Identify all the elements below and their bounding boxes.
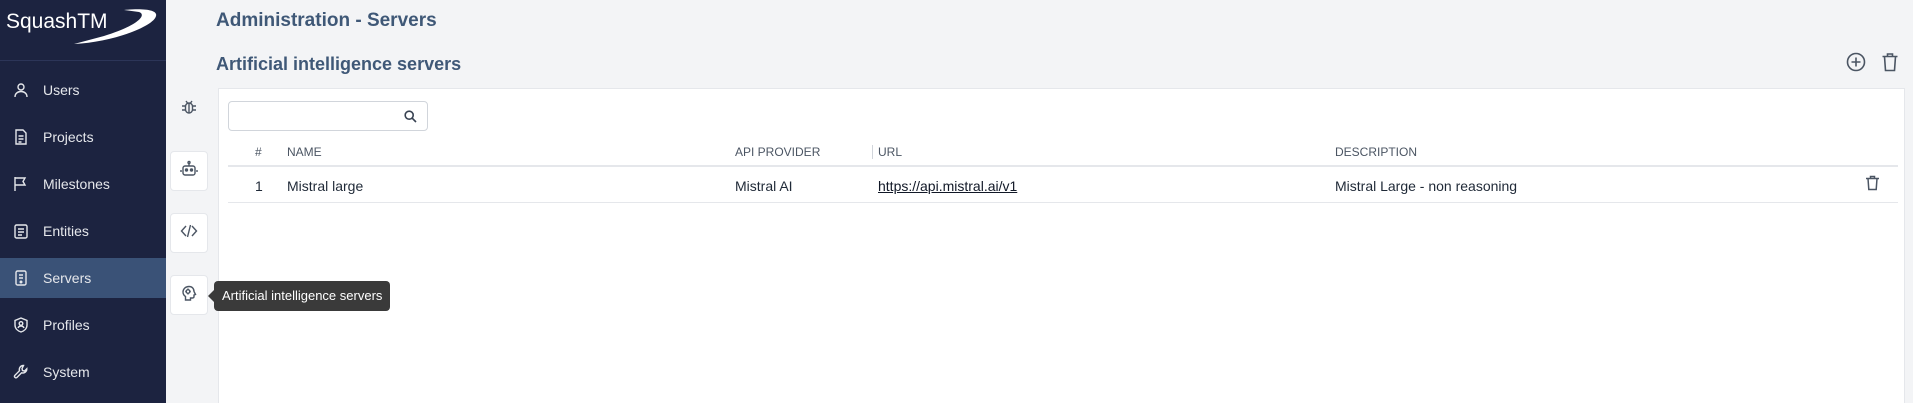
delete-row-button[interactable] xyxy=(1865,169,1880,203)
logo-swoosh-icon: SquashTM xyxy=(6,9,157,44)
cell-api-provider: Mistral AI xyxy=(735,178,793,194)
nav-item-label: Servers xyxy=(43,270,92,286)
server-type-rail xyxy=(166,0,216,403)
cell-num: 1 xyxy=(255,178,263,194)
column-header-url[interactable]: URL xyxy=(878,137,902,167)
nav-item-users[interactable]: Users xyxy=(0,70,166,110)
clipboard-icon xyxy=(13,223,29,239)
rail-scm-servers[interactable] xyxy=(170,213,208,253)
rail-ai-servers[interactable] xyxy=(170,275,208,315)
trash-icon xyxy=(1866,175,1879,191)
trash-icon xyxy=(1881,52,1899,77)
shield-user-icon xyxy=(13,317,29,333)
main-navigation: SquashTM Users Projects Milestones Entit… xyxy=(0,0,166,403)
column-header-description[interactable]: DESCRIPTION xyxy=(1335,137,1417,167)
nav-item-label: Milestones xyxy=(43,176,110,192)
rail-tooltip: Artificial intelligence servers xyxy=(207,281,391,311)
nav-item-label: Profiles xyxy=(43,317,90,333)
section-actions xyxy=(1845,52,1901,76)
table-header: # NAME API PROVIDER URL DESCRIPTION xyxy=(228,137,1898,167)
nav-item-label: System xyxy=(43,364,90,380)
column-header-num[interactable]: # xyxy=(255,137,262,167)
nav-item-label: Projects xyxy=(43,129,94,145)
robot-icon xyxy=(180,160,198,183)
add-circle-icon xyxy=(1846,52,1866,77)
table-row[interactable]: 1 Mistral large Mistral AI https://api.m… xyxy=(228,169,1898,203)
column-resize-handle[interactable] xyxy=(872,145,873,159)
rail-automation-servers[interactable] xyxy=(170,151,208,191)
cell-url-link[interactable]: https://api.mistral.ai/v1 xyxy=(878,169,1017,203)
add-server-button[interactable] xyxy=(1845,52,1867,76)
column-header-name[interactable]: NAME xyxy=(287,137,322,167)
nav-item-servers[interactable]: Servers xyxy=(0,258,166,298)
search-input[interactable] xyxy=(237,102,397,130)
nav-item-profiles[interactable]: Profiles xyxy=(0,305,166,345)
ai-brain-icon xyxy=(180,284,198,307)
nav-item-system[interactable]: System xyxy=(0,352,166,392)
delete-servers-button[interactable] xyxy=(1879,52,1901,76)
nav-item-milestones[interactable]: Milestones xyxy=(0,164,166,204)
document-icon xyxy=(13,129,29,145)
flag-icon xyxy=(13,176,29,192)
logo-text: SquashTM xyxy=(6,10,108,33)
column-header-api-provider[interactable]: API PROVIDER xyxy=(735,137,820,167)
nav-item-entities[interactable]: Entities xyxy=(0,211,166,251)
squashtm-logo[interactable]: SquashTM xyxy=(0,0,166,61)
nav-item-projects[interactable]: Projects xyxy=(0,117,166,157)
section-title: Artificial intelligence servers xyxy=(216,54,462,74)
nav-item-label: Entities xyxy=(43,223,89,239)
cell-name: Mistral large xyxy=(287,178,364,194)
cell-description: Mistral Large - non reasoning xyxy=(1335,178,1518,194)
bug-icon xyxy=(180,98,198,121)
search-icon[interactable] xyxy=(404,110,417,128)
nav-item-label: Users xyxy=(43,82,80,98)
page-title: Administration - Servers xyxy=(216,10,437,31)
server-icon xyxy=(13,270,29,286)
rail-bugtracker-servers[interactable] xyxy=(170,89,208,129)
user-icon xyxy=(13,82,29,98)
grid-search xyxy=(228,101,428,131)
servers-grid-panel: # NAME API PROVIDER URL DESCRIPTION 1 Mi… xyxy=(218,88,1905,403)
wrench-icon xyxy=(13,364,29,380)
code-icon xyxy=(180,222,198,245)
